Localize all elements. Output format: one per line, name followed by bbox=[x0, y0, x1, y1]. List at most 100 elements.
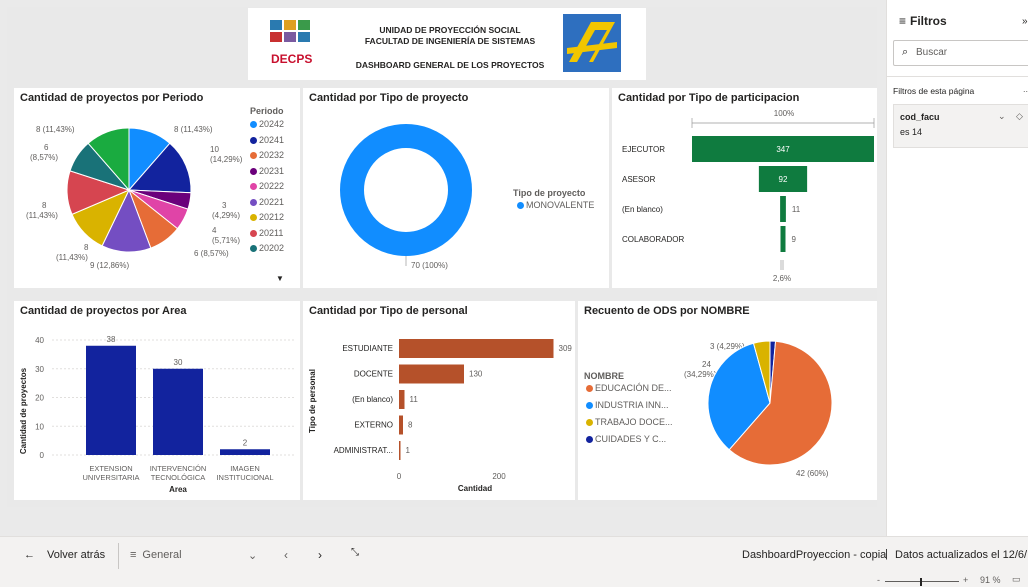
legend-item[interactable]: 20222 bbox=[250, 181, 284, 191]
report-name: DashboardProyeccion - copia bbox=[742, 549, 887, 561]
clear-filter-icon[interactable]: ◇ bbox=[1016, 111, 1023, 122]
bar bbox=[399, 339, 554, 358]
legend-item[interactable]: TRABAJO DOCE... bbox=[586, 417, 673, 427]
fit-page-icon[interactable]: ⤡ bbox=[351, 547, 359, 558]
y-tick-label: 40 bbox=[35, 336, 44, 345]
bar-value-label: 130 bbox=[469, 370, 483, 379]
x-tick-label: INTERVENCIÓN bbox=[150, 464, 207, 473]
visual-participacion[interactable]: Cantidad por Tipo de participacion 100% … bbox=[612, 88, 877, 288]
zoom-out-button[interactable]: - bbox=[877, 575, 880, 585]
y-tick-label: EXTERNO bbox=[354, 421, 393, 430]
legend-dot bbox=[586, 419, 593, 427]
legend-item[interactable]: EDUCACIÓN DE... bbox=[586, 383, 672, 393]
pie-label: (11,43%) bbox=[56, 253, 88, 262]
search-input[interactable]: Buscar bbox=[916, 47, 947, 58]
y-tick-label: 20 bbox=[35, 394, 44, 403]
legend-dot bbox=[250, 183, 257, 191]
fit-to-page-icon[interactable]: ▭ bbox=[1012, 574, 1021, 585]
bar bbox=[153, 368, 203, 455]
donut-slice-monovalente bbox=[340, 124, 472, 256]
legend-item[interactable]: 20241 bbox=[250, 135, 284, 145]
x-tick-label: IMAGEN bbox=[230, 464, 260, 473]
x-tick-label: 0 bbox=[397, 472, 402, 481]
bar-value-label: 38 bbox=[107, 335, 116, 344]
legend-label: 20212 bbox=[259, 212, 285, 222]
x-tick-label: UNIVERSITARIA bbox=[83, 473, 140, 482]
pie-label: (5,71%) bbox=[212, 236, 240, 245]
legend-dot bbox=[250, 229, 257, 237]
y-tick-label: ADMINISTRAT... bbox=[334, 446, 393, 455]
zoom-slider-thumb[interactable] bbox=[920, 578, 922, 586]
page-selector[interactable]: ≡ General ⌄ bbox=[130, 549, 265, 562]
header-banner: DECPS UNIDAD DE PROYECCIÓN SOCIAL FACULT… bbox=[248, 8, 646, 80]
legend-item[interactable]: 20231 bbox=[250, 166, 284, 176]
bar bbox=[399, 390, 405, 409]
bar-chart-personal: 0 200 Tipo de personal ESTUDIANTE 309 DOCENTE… bbox=[308, 339, 572, 493]
funnel-top-label: 100% bbox=[774, 109, 794, 118]
legend-item-monovalente[interactable]: MONOVALENTE bbox=[517, 200, 594, 210]
more-options-icon[interactable]: ... bbox=[1023, 84, 1028, 94]
legend-scroll-down-icon[interactable]: ▼ bbox=[276, 274, 284, 283]
legend-dot bbox=[586, 385, 593, 393]
report-canvas: DECPS UNIDAD DE PROYECCIÓN SOCIAL FACULT… bbox=[0, 0, 886, 536]
visual-tipo-proyecto[interactable]: Cantidad por Tipo de proyecto 70 (100%) … bbox=[303, 88, 609, 288]
funnel-value-label: 347 bbox=[776, 145, 790, 154]
y-tick-label: ESTUDIANTE bbox=[342, 344, 393, 353]
legend-label: TRABAJO DOCE... bbox=[595, 417, 673, 427]
legend-item[interactable]: 20232 bbox=[250, 150, 284, 160]
separator: | bbox=[885, 548, 888, 560]
bar-value-label: 1 bbox=[406, 446, 411, 455]
funnel-bottom-label: 2,6% bbox=[773, 274, 791, 283]
legend-label: 20202 bbox=[259, 243, 285, 253]
chevron-down-icon: ⌄ bbox=[248, 550, 258, 562]
funnel-value-label: 11 bbox=[792, 205, 801, 214]
donut-value-label: 70 (100%) bbox=[411, 261, 448, 270]
next-page-icon[interactable]: › bbox=[318, 548, 322, 562]
pie-label: 24 bbox=[702, 360, 711, 369]
search-icon: ⌕ bbox=[902, 46, 909, 58]
filter-field-name: cod_facu bbox=[900, 112, 940, 122]
legend-label: 20231 bbox=[259, 165, 285, 176]
bar bbox=[399, 441, 401, 460]
legend-dot bbox=[250, 152, 257, 160]
legend-item[interactable]: 20211 bbox=[250, 228, 283, 238]
list-icon: ≡ bbox=[130, 549, 137, 561]
prev-page-icon[interactable]: ‹ bbox=[284, 548, 288, 562]
visual-area[interactable]: Cantidad de proyectos por Area 0 10 20 30 40… bbox=[14, 301, 300, 500]
arrow-left-icon: ← bbox=[24, 549, 35, 561]
legend-label: 20211 bbox=[259, 227, 284, 238]
pie-label: 6 bbox=[44, 143, 49, 152]
filters-header: ≡ Filtros bbox=[899, 14, 947, 28]
chevron-down-icon[interactable]: ⌄ bbox=[998, 111, 1006, 122]
legend-label: 20242 bbox=[259, 119, 285, 129]
legend-item[interactable]: 20242 bbox=[250, 119, 284, 129]
zoom-in-button[interactable]: + bbox=[963, 575, 968, 585]
visual-periodo[interactable]: Cantidad de proyectos por Periodo 8 (11,… bbox=[14, 88, 300, 288]
legend-dot bbox=[250, 167, 257, 175]
legend-item[interactable]: CUIDADES Y C... bbox=[586, 434, 666, 444]
funnel-value-label: 9 bbox=[792, 235, 797, 244]
zoom-slider[interactable] bbox=[885, 578, 959, 586]
back-button[interactable]: ← Volver atrás bbox=[24, 549, 105, 561]
visual-personal[interactable]: Cantidad por Tipo de personal 0 200 Tipo d… bbox=[303, 301, 575, 500]
legend-item[interactable]: INDUSTRIA INN... bbox=[586, 400, 669, 410]
search-box[interactable]: ⌕ Buscar bbox=[893, 40, 1028, 66]
legend-dot bbox=[250, 121, 257, 129]
y-axis-title: Cantidad de proyectos bbox=[19, 367, 28, 454]
collapse-pane-icon[interactable]: » bbox=[1022, 16, 1028, 27]
legend-item[interactable]: 20212 bbox=[250, 212, 284, 222]
legend-item[interactable]: 20202 bbox=[250, 243, 284, 253]
pie-label: 6 (8,57%) bbox=[194, 249, 229, 258]
page-name: General bbox=[142, 549, 182, 561]
y-tick-label: DOCENTE bbox=[354, 370, 393, 379]
visual-ods[interactable]: Recuento de ODS por NOMBRE 3 (4,29%) 24 … bbox=[578, 301, 877, 500]
y-tick-label: 30 bbox=[35, 365, 44, 374]
legend-dot bbox=[586, 402, 593, 410]
x-tick-label: 200 bbox=[492, 472, 506, 481]
legend-item[interactable]: 20221 bbox=[250, 197, 284, 207]
bar-value-label: 11 bbox=[410, 395, 419, 404]
funnel-value-label: 92 bbox=[779, 175, 788, 184]
bar bbox=[220, 449, 270, 455]
filter-card[interactable]: cod_facu ⌄ ◇ es 14 bbox=[893, 104, 1028, 148]
divider bbox=[887, 76, 1028, 77]
